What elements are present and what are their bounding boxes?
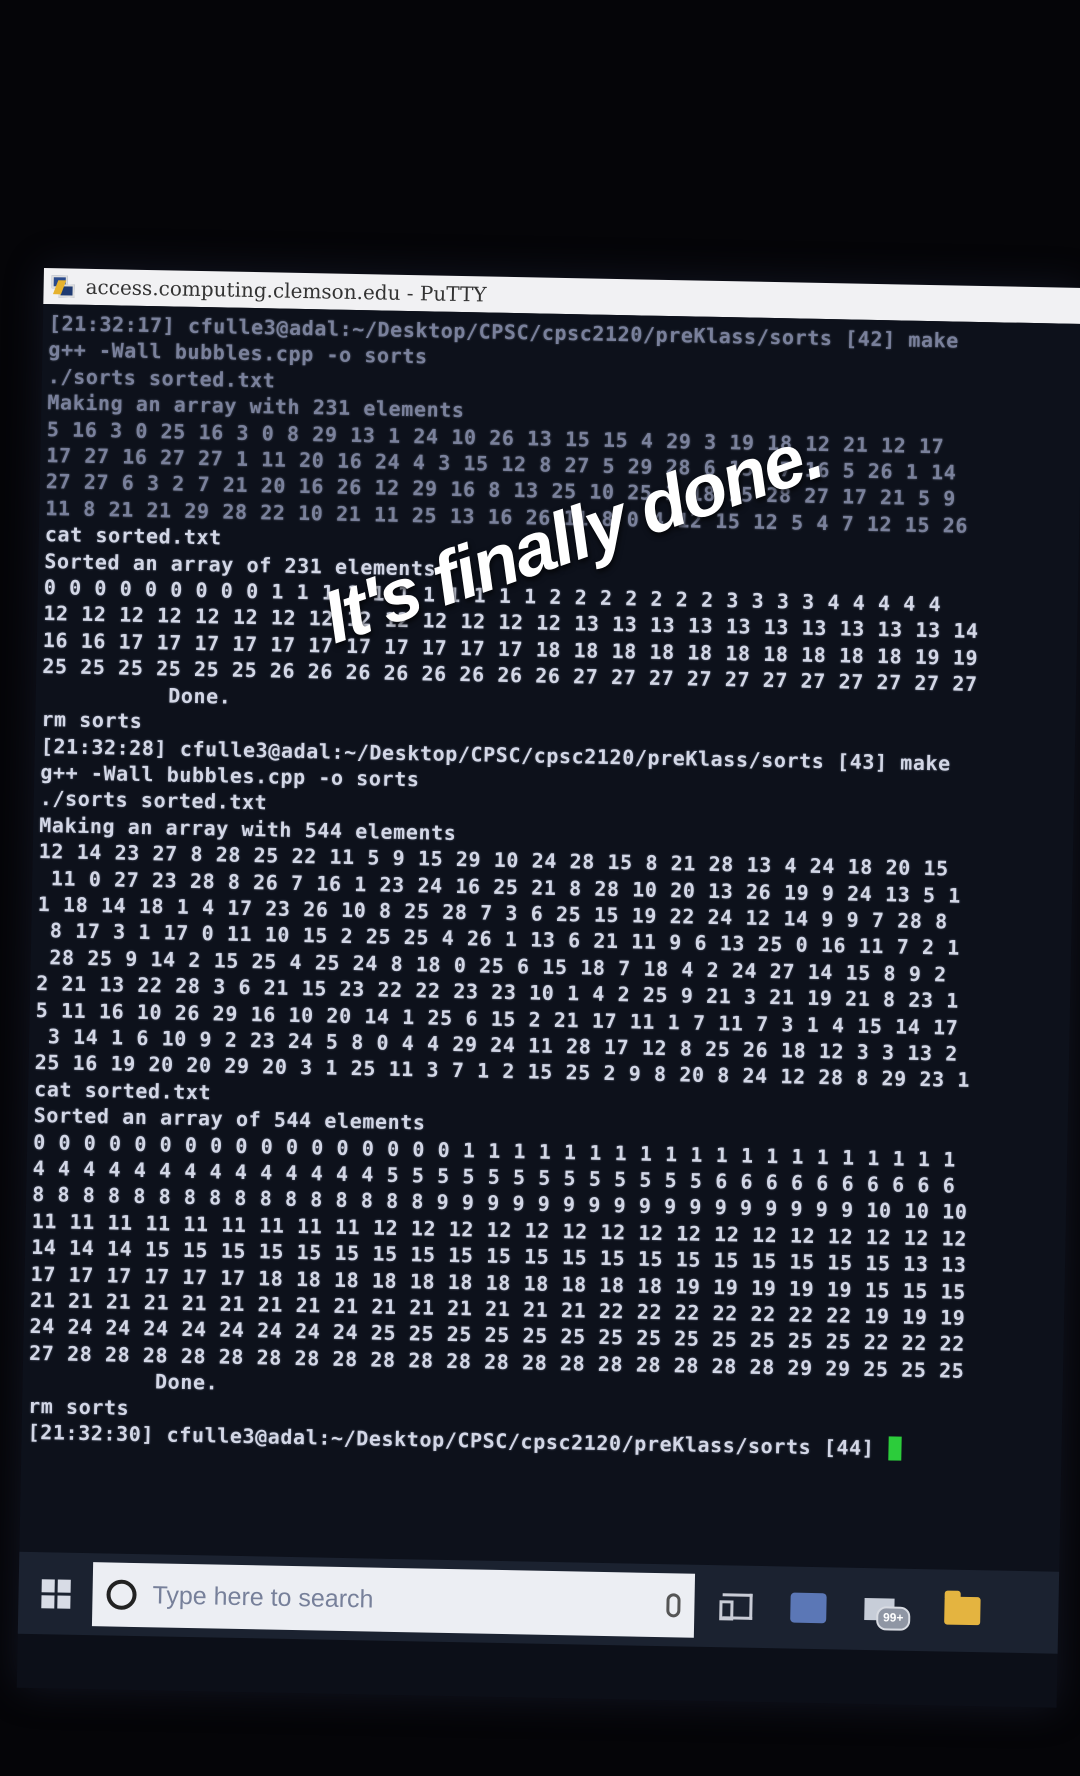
window-title: access.computing.clemson.edu - PuTTY — [85, 274, 487, 307]
monitor-screen: access.computing.clemson.edu - PuTTY [21… — [16, 268, 1080, 1708]
mail-badge: 99+ — [876, 1606, 911, 1631]
cortana-icon[interactable] — [106, 1579, 137, 1611]
start-button[interactable] — [18, 1552, 94, 1635]
taskbar-search-box[interactable]: Type here to search — [91, 1562, 696, 1638]
microphone-icon[interactable] — [666, 1593, 681, 1618]
chat-app-icon[interactable] — [790, 1592, 827, 1624]
file-explorer-icon[interactable] — [944, 1596, 981, 1626]
terminal-output[interactable]: [21:32:17] cfulle3@adal:~/Desktop/CPSC/c… — [19, 303, 1080, 1572]
windows-logo-icon — [40, 1578, 71, 1609]
mail-icon[interactable]: 99+ — [864, 1592, 911, 1631]
terminal-cursor — [888, 1436, 902, 1461]
putty-icon[interactable] — [49, 273, 75, 299]
search-placeholder: Type here to search — [152, 1580, 374, 1614]
task-view-icon[interactable] — [722, 1593, 753, 1620]
